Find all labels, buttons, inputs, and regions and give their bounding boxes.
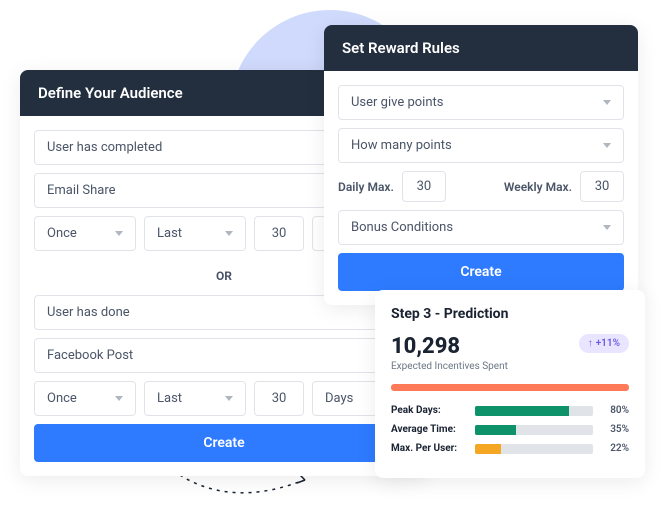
arrow-up-icon: ↑: [588, 338, 593, 349]
chevron-down-icon: [115, 396, 123, 401]
audience-create-button[interactable]: Create: [34, 424, 414, 462]
avg-time-label: Average Time:: [391, 424, 467, 435]
chevron-down-icon: [603, 100, 611, 105]
reward-title: Set Reward Rules: [324, 25, 638, 71]
spend-bar: [391, 384, 629, 391]
select-how-many[interactable]: How many points: [338, 128, 624, 163]
weekly-max-label: Weekly Max.: [504, 180, 572, 194]
select-once-2[interactable]: Once: [34, 381, 136, 416]
prediction-badge: ↑+11%: [579, 334, 629, 353]
max-user-bar: [475, 444, 593, 454]
input-count-2[interactable]: 30: [254, 381, 304, 416]
max-user-pct: 22%: [601, 443, 629, 454]
avg-time-bar: [475, 425, 593, 435]
reward-card: Set Reward Rules User give points How ma…: [324, 25, 638, 305]
select-bonus[interactable]: Bonus Conditions: [338, 210, 624, 245]
weekly-max-input[interactable]: 30: [580, 171, 624, 202]
select-last-1[interactable]: Last: [144, 216, 246, 251]
chevron-down-icon: [603, 225, 611, 230]
max-user-label: Max. Per User:: [391, 443, 467, 454]
daily-max-label: Daily Max.: [338, 180, 394, 194]
prediction-value: 10,298: [391, 334, 508, 359]
input-count-1[interactable]: 30: [254, 216, 304, 251]
chevron-down-icon: [603, 143, 611, 148]
select-facebook[interactable]: Facebook Post: [34, 338, 414, 373]
peak-days-label: Peak Days:: [391, 405, 467, 416]
chevron-down-icon: [225, 231, 233, 236]
daily-max-input[interactable]: 30: [402, 171, 446, 202]
avg-time-pct: 35%: [601, 424, 629, 435]
select-give-points[interactable]: User give points: [338, 85, 624, 120]
prediction-card: Step 3 - Prediction 10,298 Expected Ince…: [375, 290, 645, 478]
select-last-2[interactable]: Last: [144, 381, 246, 416]
chevron-down-icon: [225, 396, 233, 401]
chevron-down-icon: [115, 231, 123, 236]
peak-days-pct: 80%: [601, 405, 629, 416]
prediction-subtitle: Expected Incentives Spent: [391, 361, 508, 372]
select-once-1[interactable]: Once: [34, 216, 136, 251]
reward-create-button[interactable]: Create: [338, 253, 624, 291]
peak-days-bar: [475, 406, 593, 416]
prediction-title: Step 3 - Prediction: [391, 306, 629, 322]
